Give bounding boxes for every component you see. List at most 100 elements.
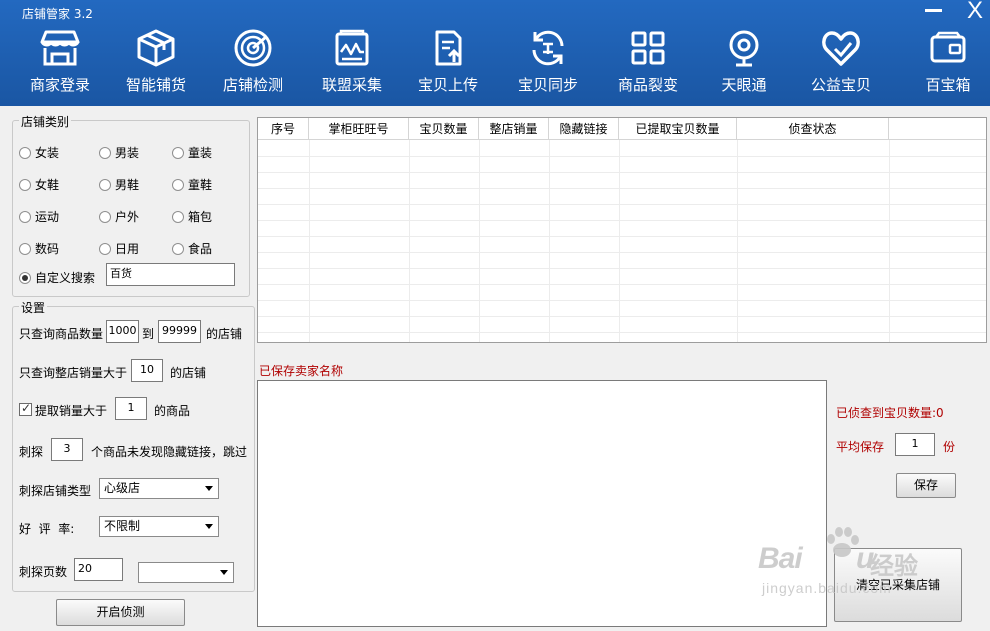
nav-button-item-sync[interactable]: 宝贝同步 — [512, 28, 584, 100]
radio-dot — [19, 210, 31, 223]
radio-sports[interactable]: 运动 — [19, 208, 59, 225]
nav-button-sky-eye[interactable]: 天眼通 — [708, 28, 780, 100]
pages-extra-select[interactable] — [138, 562, 234, 583]
radio-dot — [99, 242, 111, 255]
app-header: 店铺管家 3.2 X 商家登录 智能铺货 店铺检测 联盟采集 宝贝上传 宝贝同步… — [0, 0, 990, 106]
extract-min-input[interactable]: 1 — [115, 397, 147, 420]
pulse-chart-icon — [335, 29, 369, 66]
saved-sellers-textarea[interactable] — [257, 380, 827, 627]
shop-type-label: 刺探店铺类型 — [19, 484, 92, 498]
start-detection-button[interactable]: 开启侦测 — [56, 599, 185, 626]
document-upload-icon — [435, 30, 462, 66]
extract-sales-checkbox[interactable] — [19, 401, 32, 416]
radio-women-clothing[interactable]: 女装 — [19, 144, 59, 161]
nav-button-charity-item[interactable]: 公益宝贝 — [805, 28, 877, 100]
nav-label: 商家登录 — [29, 76, 90, 94]
nav-button-product-split[interactable]: 商品裂变 — [612, 28, 684, 100]
clear-collected-shops-button[interactable]: 清空已采集店铺 — [834, 548, 962, 622]
column-header-seller-id[interactable]: 掌柜旺旺号 — [309, 118, 409, 140]
radio-men-clothing[interactable]: 男装 — [99, 144, 139, 161]
table-row — [258, 317, 986, 333]
avg-save-input[interactable]: 1 — [895, 433, 935, 456]
table-row — [258, 237, 986, 253]
category-group-title: 店铺类别 — [19, 113, 72, 130]
heart-icon — [822, 31, 860, 66]
sync-icon — [532, 30, 564, 66]
qty-max-input[interactable]: 99999 — [158, 320, 201, 343]
sales-prefix-label: 只查询整店销量大于 — [19, 366, 128, 380]
column-header-status[interactable]: 侦查状态 — [737, 118, 889, 140]
rating-label: 好 评 率: — [19, 522, 75, 536]
column-header-hidden-links[interactable]: 隐藏链接 — [549, 118, 619, 140]
radio-kids-clothing[interactable]: 童装 — [172, 144, 212, 161]
save-button[interactable]: 保存 — [896, 473, 956, 498]
radio-dot — [19, 178, 31, 191]
nav-button-smart-listing[interactable]: 智能铺货 — [120, 28, 192, 100]
nav-button-toolbox[interactable]: 百宝箱 — [912, 28, 984, 100]
radio-dot-selected — [19, 271, 31, 284]
table-row — [258, 205, 986, 221]
sales-min-input[interactable]: 10 — [131, 359, 163, 382]
sales-suffix-label: 的店铺 — [170, 366, 207, 380]
radio-women-shoes[interactable]: 女鞋 — [19, 176, 59, 193]
nav-button-merchant-login[interactable]: 商家登录 — [24, 28, 96, 100]
radio-dot — [172, 242, 184, 255]
package-box-icon — [137, 29, 175, 67]
qty-to-label: 到 — [142, 327, 155, 341]
radio-outdoor[interactable]: 户外 — [99, 208, 139, 225]
nav-label: 宝贝同步 — [517, 76, 578, 94]
nav-label: 天眼通 — [721, 76, 767, 94]
grid-icon — [631, 31, 665, 65]
nav-button-item-upload[interactable]: 宝贝上传 — [412, 28, 484, 100]
radio-dot — [172, 146, 184, 159]
table-row — [258, 269, 986, 285]
avg-save-label: 平均保存 — [836, 440, 885, 454]
chevron-down-icon — [205, 486, 213, 491]
pages-input[interactable]: 20 — [74, 558, 123, 581]
saved-sellers-label: 已保存卖家名称 — [259, 364, 344, 378]
webcam-icon — [729, 30, 759, 67]
column-header-index[interactable]: 序号 — [258, 118, 309, 140]
radio-dot — [99, 210, 111, 223]
column-header-extracted-count[interactable]: 已提取宝贝数量 — [619, 118, 737, 140]
radio-custom-search[interactable]: 自定义搜索 — [19, 269, 95, 286]
radio-men-shoes[interactable]: 男鞋 — [99, 176, 139, 193]
radio-daily-use[interactable]: 日用 — [99, 240, 139, 257]
table-row — [258, 189, 986, 205]
table-row — [258, 173, 986, 189]
close-icon[interactable]: X — [962, 0, 988, 24]
nav-button-alliance-collect[interactable]: 联盟采集 — [316, 28, 388, 100]
radio-dot — [99, 146, 111, 159]
table-row — [258, 221, 986, 237]
avg-save-unit: 份 — [943, 440, 956, 454]
radio-bags[interactable]: 箱包 — [172, 208, 212, 225]
column-header-shop-sales[interactable]: 整店销量 — [479, 118, 549, 140]
storefront-icon — [40, 30, 80, 66]
window-title: 店铺管家 3.2 — [22, 7, 93, 21]
radio-digital[interactable]: 数码 — [19, 240, 59, 257]
wallet-icon — [930, 31, 966, 63]
table-row — [258, 157, 986, 173]
shop-type-select[interactable]: 心级店 — [99, 478, 219, 499]
radio-kids-shoes[interactable]: 童鞋 — [172, 176, 212, 193]
radio-food[interactable]: 食品 — [172, 240, 212, 257]
radar-icon — [234, 29, 272, 67]
probe-suffix-label: 个商品未发现隐藏链接，跳过 — [91, 445, 248, 459]
rating-select[interactable]: 不限制 — [99, 516, 219, 537]
table-row — [258, 253, 986, 269]
table-row — [258, 301, 986, 317]
probe-count-input[interactable]: 3 — [51, 438, 83, 461]
probe-prefix-label: 刺探 — [19, 445, 44, 459]
nav-button-shop-check[interactable]: 店铺检测 — [217, 28, 289, 100]
nav-label: 百宝箱 — [925, 76, 971, 94]
column-header-item-count[interactable]: 宝贝数量 — [409, 118, 479, 140]
chevron-down-icon — [205, 524, 213, 529]
nav-label: 商品裂变 — [617, 76, 678, 94]
radio-dot — [19, 146, 31, 159]
minimize-icon[interactable] — [924, 0, 944, 20]
shop-results-table[interactable]: 序号 掌柜旺旺号 宝贝数量 整店销量 隐藏链接 已提取宝贝数量 侦查状态 — [257, 117, 987, 343]
radio-dot — [99, 178, 111, 191]
custom-search-input[interactable]: 百货 — [106, 263, 235, 286]
qty-min-input[interactable]: 1000 — [106, 320, 139, 343]
chevron-down-icon — [220, 570, 228, 575]
